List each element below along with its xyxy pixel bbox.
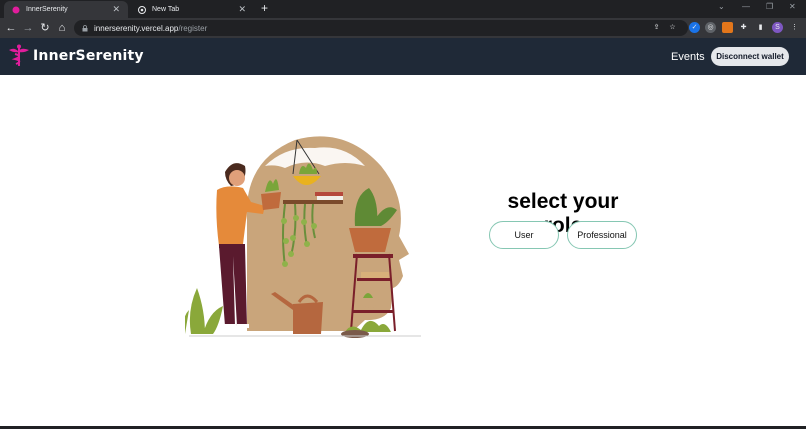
nav-events-link[interactable]: Events [671, 51, 705, 63]
side-panel-icon[interactable]: ▮ [755, 22, 766, 33]
role-user-button[interactable]: User [489, 221, 559, 249]
disconnect-wallet-button[interactable]: Disconnect wallet [711, 47, 789, 66]
kebab-menu-icon[interactable]: ⋮ [789, 22, 800, 33]
brand-logo[interactable]: InnerSerenity [7, 44, 144, 68]
lock-icon [82, 24, 88, 32]
restore-icon[interactable]: ❐ [766, 2, 773, 11]
hero-illustration [185, 136, 421, 338]
tab-innerserenity[interactable]: InnerSerenity ✕ [4, 1, 128, 18]
tab-new-tab[interactable]: New Tab ✕ [130, 1, 254, 18]
profile-avatar[interactable]: S [772, 22, 783, 33]
window-close-icon[interactable]: ✕ [789, 2, 796, 11]
url-path: /register [178, 23, 208, 33]
brand-name: InnerSerenity [33, 48, 144, 64]
share-icon[interactable]: ⇪ [651, 22, 662, 33]
chrome-icon [138, 5, 146, 14]
tab-title: New Tab [152, 6, 180, 13]
close-tab-icon[interactable]: ✕ [112, 4, 120, 15]
caduceus-logo-icon [7, 44, 31, 68]
close-tab-icon[interactable]: ✕ [238, 4, 246, 15]
home-icon[interactable]: ⌂ [55, 21, 69, 35]
minimize-icon[interactable]: — [742, 2, 750, 11]
browser-tab-strip: InnerSerenity ✕ New Tab ✕ + ⌄ — ❐ ✕ [0, 0, 806, 18]
forward-arrow-icon[interactable]: → [21, 21, 35, 35]
address-bar[interactable]: innerserenity.vercel.app/register [74, 20, 688, 36]
reload-icon[interactable]: ↻ [38, 21, 52, 35]
bookmark-star-icon[interactable]: ☆ [667, 22, 678, 33]
extensions-puzzle-icon[interactable]: ✚ [738, 22, 749, 33]
extension-check-icon[interactable]: ✓ [689, 22, 700, 33]
tab-title: InnerSerenity [26, 6, 68, 13]
browser-toolbar: ← → ↻ ⌂ innerserenity.vercel.app/registe… [0, 18, 806, 38]
innerserenity-favicon-icon [12, 6, 20, 14]
tab-search-chevron-icon[interactable]: ⌄ [718, 2, 725, 11]
metamask-fox-icon[interactable] [722, 22, 733, 33]
url-host: innerserenity.vercel.app [94, 23, 179, 33]
extension-circle-icon[interactable]: ◎ [705, 22, 716, 33]
role-professional-button[interactable]: Professional [567, 221, 637, 249]
new-tab-plus-icon[interactable]: + [261, 1, 268, 15]
back-arrow-icon[interactable]: ← [4, 21, 18, 35]
